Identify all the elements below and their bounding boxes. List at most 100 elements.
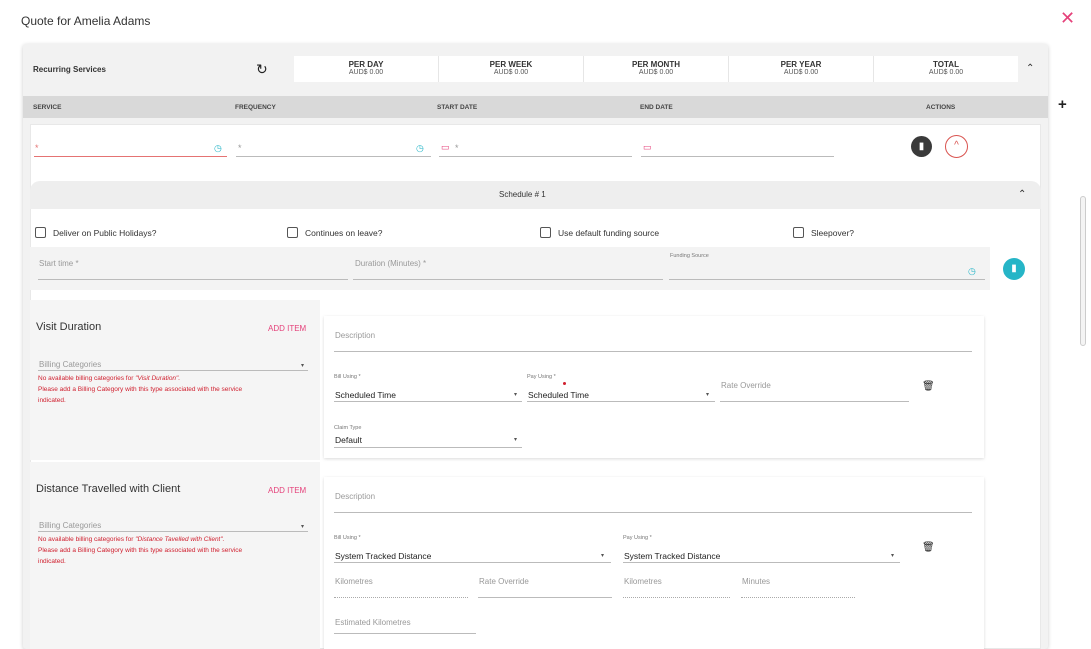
- chevron-down-icon: ▾: [891, 553, 895, 559]
- start-time-input[interactable]: [38, 279, 348, 280]
- col-frequency: FREQUENCY: [235, 104, 276, 111]
- distance-minutes-input[interactable]: [741, 597, 855, 598]
- collapse-chevron-up-icon[interactable]: ⌃: [1026, 63, 1034, 74]
- distance-billing-select[interactable]: [38, 531, 308, 532]
- default-funding-label: Use default funding source: [558, 228, 660, 238]
- distance-pay-using-label: Pay Using *: [623, 535, 652, 541]
- distance-rate-override-input[interactable]: [478, 597, 612, 598]
- end-date-input[interactable]: [641, 156, 834, 157]
- service-select[interactable]: [34, 156, 227, 157]
- funding-info-icon[interactable]: ◷: [968, 266, 976, 277]
- total-per-month: PER MONTH AUD$ 0.00: [584, 56, 729, 82]
- visit-bill-using-select[interactable]: [334, 401, 522, 402]
- visit-claim-type-label: Claim Type: [334, 425, 362, 431]
- error-category-name: "Visit Duration".: [135, 375, 181, 382]
- default-funding-checkbox[interactable]: [540, 227, 551, 238]
- distance-minutes-placeholder: Minutes: [742, 577, 771, 586]
- distance-pay-using-value: System Tracked Distance: [624, 551, 721, 561]
- duration-placeholder: Duration (Minutes) *: [355, 259, 427, 268]
- refresh-icon[interactable]: ↻: [256, 61, 268, 78]
- total-heading: TOTAL: [933, 60, 959, 69]
- visit-rate-override-placeholder: Rate Override: [721, 381, 771, 390]
- visit-add-item-button[interactable]: ADD ITEM: [268, 324, 306, 333]
- service-info-icon[interactable]: ◷: [214, 143, 222, 154]
- delete-schedule-button[interactable]: ▮: [1003, 258, 1025, 280]
- visit-trash-icon[interactable]: 🗑: [922, 381, 935, 392]
- collapse-row-chevron-up-icon[interactable]: ^: [945, 135, 968, 158]
- total-value: AUD$ 0.00: [348, 69, 384, 76]
- end-calendar-icon[interactable]: ▭: [643, 142, 652, 153]
- total-per-year: PER YEAR AUD$ 0.00: [729, 56, 874, 82]
- total-total: TOTAL AUD$ 0.00: [874, 56, 1018, 82]
- error-category-name: "Distance Tavelled with Client".: [135, 536, 225, 543]
- visit-billing-select[interactable]: [38, 370, 308, 371]
- recurring-services-label: Recurring Services: [33, 65, 106, 74]
- distance-km-input[interactable]: [334, 597, 468, 598]
- distance-error-line3: indicated.: [38, 558, 66, 565]
- start-time-placeholder: Start time *: [39, 259, 79, 268]
- visit-rate-override-input[interactable]: [720, 401, 909, 402]
- distance-description-placeholder: Description: [335, 492, 376, 501]
- start-date-required-mark: *: [455, 143, 459, 153]
- visit-description-placeholder: Description: [335, 331, 376, 340]
- distance-panel: [324, 477, 984, 649]
- start-calendar-icon[interactable]: ▭: [441, 142, 450, 153]
- total-value: AUD$ 0.00: [638, 69, 674, 76]
- distance-title: Distance Travelled with Client: [36, 483, 181, 495]
- distance-description-input[interactable]: [334, 512, 972, 513]
- frequency-info-icon[interactable]: ◷: [416, 143, 424, 154]
- required-dot: [563, 382, 566, 385]
- col-start-date: START DATE: [437, 104, 478, 111]
- funding-source-select[interactable]: [669, 279, 985, 280]
- sleepover-label: Sleepover?: [811, 228, 855, 238]
- total-value: AUD$ 0.00: [493, 69, 529, 76]
- error-prefix: No available billing categories for: [38, 375, 136, 382]
- distance-billing-placeholder: Billing Categories: [39, 521, 102, 530]
- distance-pay-using-select[interactable]: [623, 562, 900, 563]
- distance-add-item-button[interactable]: ADD ITEM: [268, 486, 306, 495]
- distance-error-line1: No available billing categories for "Dis…: [38, 535, 224, 545]
- visit-panel: [324, 316, 984, 458]
- scrollbar[interactable]: [1080, 196, 1086, 346]
- total-heading: PER YEAR: [780, 60, 822, 69]
- visit-claim-type-select[interactable]: [334, 447, 522, 448]
- schedule-fields: [30, 247, 990, 290]
- distance-error-line2: Please add a Billing Category with this …: [38, 547, 243, 554]
- visit-claim-type-value: Default: [335, 435, 362, 445]
- visit-description-input[interactable]: [334, 351, 972, 352]
- distance-rate-override-placeholder: Rate Override: [479, 577, 529, 586]
- continues-on-leave-label: Continues on leave?: [305, 228, 383, 238]
- visit-pay-using-label: Pay Using *: [527, 374, 556, 380]
- sleepover-checkbox[interactable]: [793, 227, 804, 238]
- total-heading: PER WEEK: [489, 60, 533, 69]
- close-icon[interactable]: ✕: [1060, 9, 1075, 27]
- distance-bill-using-value: System Tracked Distance: [335, 551, 432, 561]
- total-value: AUD$ 0.00: [928, 69, 964, 76]
- total-value: AUD$ 0.00: [783, 69, 819, 76]
- visit-pay-using-select[interactable]: [527, 401, 715, 402]
- chevron-down-icon: ▾: [706, 392, 710, 398]
- error-prefix: No available billing categories for: [38, 536, 136, 543]
- delete-service-button[interactable]: ▮: [911, 136, 932, 157]
- col-end-date: END DATE: [640, 104, 673, 111]
- visit-bill-using-label: Bill Using *: [334, 374, 361, 380]
- distance-km2-placeholder: Kilometres: [624, 577, 662, 586]
- col-service: SERVICE: [33, 104, 62, 111]
- continues-on-leave-checkbox[interactable]: [287, 227, 298, 238]
- add-service-plus-icon[interactable]: +: [1058, 96, 1067, 113]
- visit-pay-using-value: Scheduled Time: [528, 390, 589, 400]
- duration-input[interactable]: [353, 279, 663, 280]
- public-holidays-label: Deliver on Public Holidays?: [53, 228, 157, 238]
- distance-bill-using-select[interactable]: [334, 562, 611, 563]
- start-date-input[interactable]: [439, 156, 632, 157]
- total-per-day: PER DAY AUD$ 0.00: [294, 56, 439, 82]
- distance-km-placeholder: Kilometres: [335, 577, 373, 586]
- distance-estimated-km-input[interactable]: [334, 633, 476, 634]
- distance-bill-using-label: Bill Using *: [334, 535, 361, 541]
- frequency-select[interactable]: [236, 156, 431, 157]
- total-heading: PER MONTH: [632, 60, 680, 69]
- distance-km2-input[interactable]: [623, 597, 730, 598]
- distance-trash-icon[interactable]: 🗑: [922, 542, 935, 553]
- schedule-chevron-up-icon[interactable]: ⌃: [1018, 189, 1026, 200]
- public-holidays-checkbox[interactable]: [35, 227, 46, 238]
